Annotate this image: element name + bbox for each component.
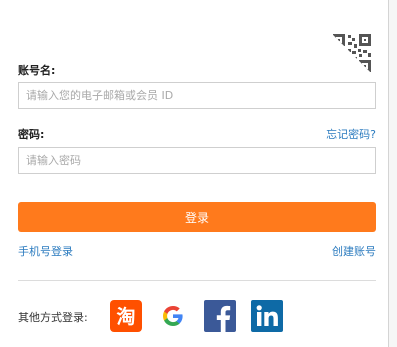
phone-login-link[interactable]: 手机号登录 (18, 243, 73, 259)
account-label: 账号名: (18, 64, 56, 77)
create-account-link[interactable]: 创建账号 (332, 243, 376, 259)
forgot-password-link[interactable]: 忘记密码? (326, 126, 376, 142)
svg-text:淘: 淘 (116, 305, 135, 328)
taobao-login-button[interactable]: 淘 (110, 300, 142, 332)
password-input[interactable] (18, 147, 376, 174)
taobao-icon: 淘 (110, 300, 142, 332)
linkedin-login-button[interactable] (251, 300, 283, 332)
facebook-icon (204, 300, 236, 332)
linkedin-icon (251, 300, 283, 332)
account-input[interactable] (18, 82, 376, 109)
other-login-label: 其他方式登录: (18, 311, 88, 324)
login-button[interactable]: 登录 (18, 202, 376, 232)
google-icon (157, 300, 189, 332)
google-login-button[interactable] (157, 300, 189, 332)
password-label: 密码: (18, 128, 45, 141)
qr-code-login-toggle[interactable] (330, 32, 374, 76)
panel-shadow (389, 0, 397, 347)
login-panel: 账号名: 密码: 忘记密码? 登录 手机号登录 创建账号 其他方式登录: 淘 (0, 0, 397, 347)
divider (18, 280, 376, 281)
facebook-login-button[interactable] (204, 300, 236, 332)
qr-code-icon (330, 32, 374, 76)
